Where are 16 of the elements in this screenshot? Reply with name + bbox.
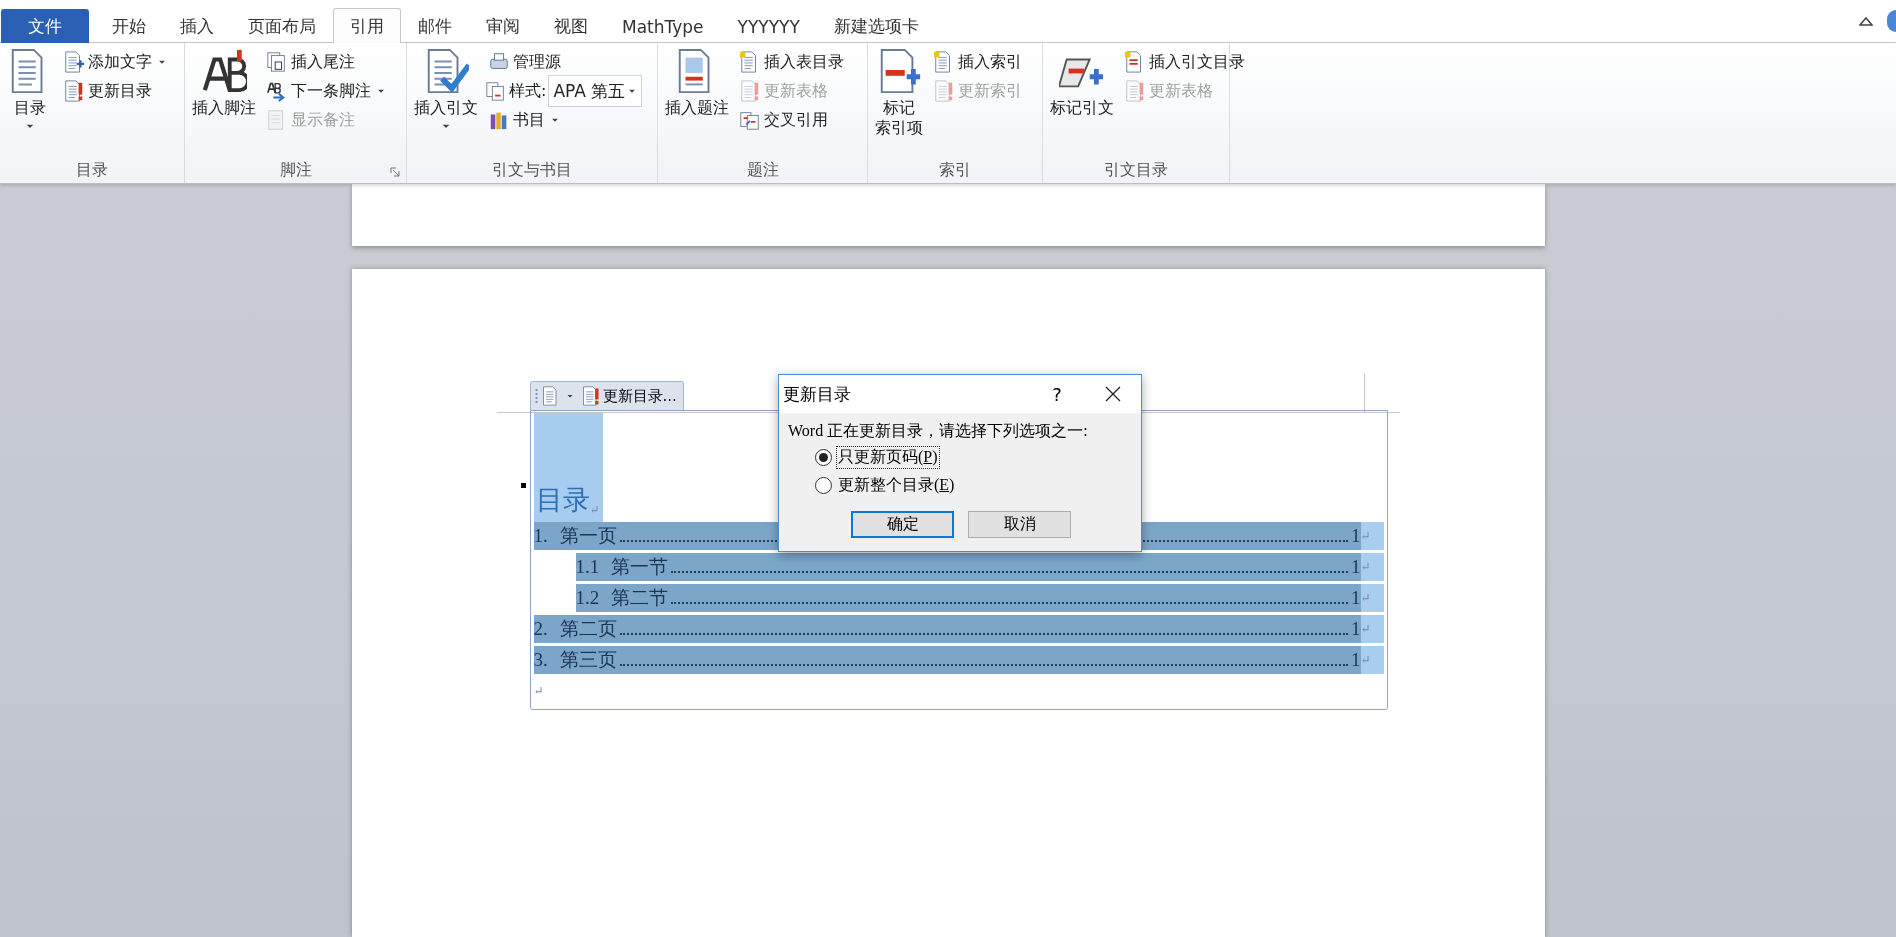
dialog-message: Word 正在更新目录，请选择下列选项之一: bbox=[788, 420, 1089, 441]
paragraph-mark: ↵ bbox=[1360, 652, 1371, 668]
paragraph-mark: ↵ bbox=[1360, 559, 1371, 575]
style-label: 样式: bbox=[509, 80, 547, 102]
paragraph-mark: ↵ bbox=[1360, 590, 1371, 606]
group-label: 目录 bbox=[76, 159, 108, 181]
group-label: 索引 bbox=[939, 159, 971, 181]
paragraph-mark: ↵ bbox=[1360, 528, 1371, 544]
group-label: 脚注 bbox=[279, 159, 312, 181]
dialog-title: 更新目录 bbox=[783, 382, 852, 406]
group-label: 引文目录 bbox=[1104, 159, 1168, 181]
paragraph-mark: ↵ bbox=[1360, 621, 1371, 637]
group-label: 题注 bbox=[746, 159, 779, 181]
paragraph-mark: ↵ bbox=[533, 684, 544, 699]
group-label: 引文与书目 bbox=[492, 159, 572, 181]
toc-heading: 目录↵ bbox=[533, 413, 603, 522]
